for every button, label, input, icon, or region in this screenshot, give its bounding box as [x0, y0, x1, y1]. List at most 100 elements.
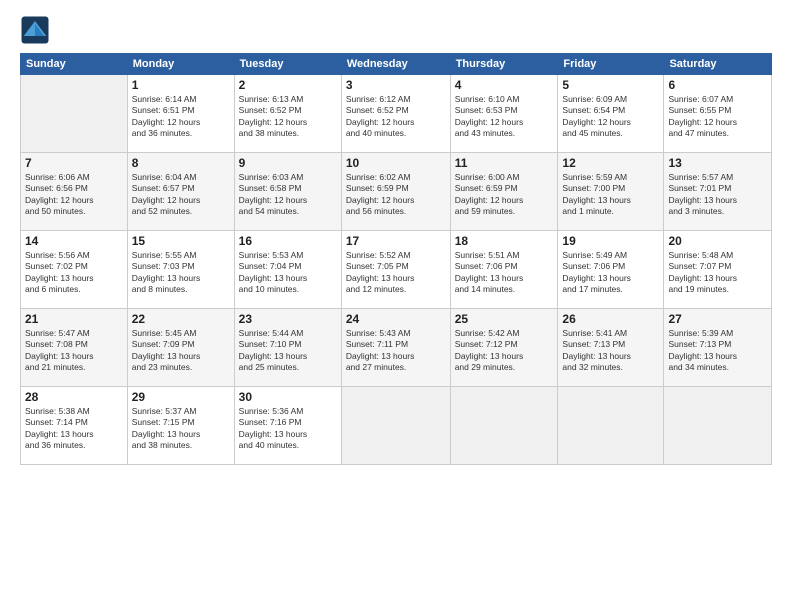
day-info: Sunrise: 5:53 AM Sunset: 7:04 PM Dayligh…: [239, 250, 337, 296]
day-info: Sunrise: 5:43 AM Sunset: 7:11 PM Dayligh…: [346, 328, 446, 374]
calendar-cell: 21 Sunrise: 5:47 AM Sunset: 7:08 PM Dayli…: [21, 309, 128, 387]
calendar-week-row: 21 Sunrise: 5:47 AM Sunset: 7:08 PM Dayli…: [21, 309, 772, 387]
day-number: 25: [455, 312, 554, 326]
day-info: Sunrise: 5:47 AM Sunset: 7:08 PM Dayligh…: [25, 328, 123, 374]
logo-icon: [20, 15, 50, 45]
calendar-cell: [450, 387, 558, 465]
day-info: Sunrise: 5:38 AM Sunset: 7:14 PM Dayligh…: [25, 406, 123, 452]
day-info: Sunrise: 6:02 AM Sunset: 6:59 PM Dayligh…: [346, 172, 446, 218]
page: SundayMondayTuesdayWednesdayThursdayFrid…: [0, 0, 792, 612]
calendar-week-row: 1 Sunrise: 6:14 AM Sunset: 6:51 PM Daylig…: [21, 75, 772, 153]
day-number: 8: [132, 156, 230, 170]
day-info: Sunrise: 6:14 AM Sunset: 6:51 PM Dayligh…: [132, 94, 230, 140]
day-info: Sunrise: 5:59 AM Sunset: 7:00 PM Dayligh…: [562, 172, 659, 218]
day-number: 21: [25, 312, 123, 326]
day-number: 6: [668, 78, 767, 92]
header: [20, 15, 772, 45]
day-info: Sunrise: 5:52 AM Sunset: 7:05 PM Dayligh…: [346, 250, 446, 296]
day-info: Sunrise: 6:13 AM Sunset: 6:52 PM Dayligh…: [239, 94, 337, 140]
day-info: Sunrise: 5:36 AM Sunset: 7:16 PM Dayligh…: [239, 406, 337, 452]
calendar-cell: 18Sunrise: 5:51 AM Sunset: 7:06 PM Dayli…: [450, 231, 558, 309]
day-info: Sunrise: 5:37 AM Sunset: 7:15 PM Dayligh…: [132, 406, 230, 452]
day-number: 29: [132, 390, 230, 404]
calendar-cell: [21, 75, 128, 153]
day-number: 2: [239, 78, 337, 92]
calendar-cell: 22 Sunrise: 5:45 AM Sunset: 7:09 PM Dayli…: [127, 309, 234, 387]
day-number: 27: [668, 312, 767, 326]
day-info: Sunrise: 5:49 AM Sunset: 7:06 PM Dayligh…: [562, 250, 659, 296]
calendar-cell: 13 Sunrise: 5:57 AM Sunset: 7:01 PM Dayli…: [664, 153, 772, 231]
day-info: Sunrise: 6:03 AM Sunset: 6:58 PM Dayligh…: [239, 172, 337, 218]
day-info: Sunrise: 6:09 AM Sunset: 6:54 PM Dayligh…: [562, 94, 659, 140]
day-info: Sunrise: 5:57 AM Sunset: 7:01 PM Dayligh…: [668, 172, 767, 218]
calendar-week-row: 14 Sunrise: 5:56 AM Sunset: 7:02 PM Dayli…: [21, 231, 772, 309]
weekday-header: Monday: [127, 54, 234, 75]
day-number: 28: [25, 390, 123, 404]
calendar-cell: 8Sunrise: 6:04 AM Sunset: 6:57 PM Daylig…: [127, 153, 234, 231]
calendar-cell: 26 Sunrise: 5:41 AM Sunset: 7:13 PM Dayli…: [558, 309, 664, 387]
calendar-cell: 28 Sunrise: 5:38 AM Sunset: 7:14 PM Dayli…: [21, 387, 128, 465]
day-info: Sunrise: 5:39 AM Sunset: 7:13 PM Dayligh…: [668, 328, 767, 374]
calendar-cell: 7 Sunrise: 6:06 AM Sunset: 6:56 PM Daylig…: [21, 153, 128, 231]
day-number: 22: [132, 312, 230, 326]
day-number: 15: [132, 234, 230, 248]
calendar-cell: [558, 387, 664, 465]
day-info: Sunrise: 5:41 AM Sunset: 7:13 PM Dayligh…: [562, 328, 659, 374]
day-number: 24: [346, 312, 446, 326]
weekday-header: Saturday: [664, 54, 772, 75]
day-number: 12: [562, 156, 659, 170]
weekday-header: Thursday: [450, 54, 558, 75]
day-number: 1: [132, 78, 230, 92]
day-number: 3: [346, 78, 446, 92]
day-number: 20: [668, 234, 767, 248]
calendar-cell: 14 Sunrise: 5:56 AM Sunset: 7:02 PM Dayli…: [21, 231, 128, 309]
day-number: 9: [239, 156, 337, 170]
day-number: 5: [562, 78, 659, 92]
calendar-cell: 9 Sunrise: 6:03 AM Sunset: 6:58 PM Daylig…: [234, 153, 341, 231]
calendar-cell: [664, 387, 772, 465]
day-info: Sunrise: 5:45 AM Sunset: 7:09 PM Dayligh…: [132, 328, 230, 374]
weekday-header: Friday: [558, 54, 664, 75]
calendar-cell: 11 Sunrise: 6:00 AM Sunset: 6:59 PM Dayli…: [450, 153, 558, 231]
calendar-cell: [341, 387, 450, 465]
day-number: 7: [25, 156, 123, 170]
day-number: 4: [455, 78, 554, 92]
calendar-cell: 25 Sunrise: 5:42 AM Sunset: 7:12 PM Dayli…: [450, 309, 558, 387]
weekday-header-row: SundayMondayTuesdayWednesdayThursdayFrid…: [21, 54, 772, 75]
day-number: 11: [455, 156, 554, 170]
calendar-cell: 24 Sunrise: 5:43 AM Sunset: 7:11 PM Dayli…: [341, 309, 450, 387]
calendar-cell: 10Sunrise: 6:02 AM Sunset: 6:59 PM Dayli…: [341, 153, 450, 231]
weekday-header: Wednesday: [341, 54, 450, 75]
weekday-header: Tuesday: [234, 54, 341, 75]
day-info: Sunrise: 5:56 AM Sunset: 7:02 PM Dayligh…: [25, 250, 123, 296]
day-info: Sunrise: 6:00 AM Sunset: 6:59 PM Dayligh…: [455, 172, 554, 218]
calendar-cell: 5 Sunrise: 6:09 AM Sunset: 6:54 PM Daylig…: [558, 75, 664, 153]
day-number: 30: [239, 390, 337, 404]
calendar-cell: 29 Sunrise: 5:37 AM Sunset: 7:15 PM Dayli…: [127, 387, 234, 465]
day-number: 16: [239, 234, 337, 248]
day-info: Sunrise: 5:55 AM Sunset: 7:03 PM Dayligh…: [132, 250, 230, 296]
day-info: Sunrise: 5:51 AM Sunset: 7:06 PM Dayligh…: [455, 250, 554, 296]
calendar-cell: 19Sunrise: 5:49 AM Sunset: 7:06 PM Dayli…: [558, 231, 664, 309]
calendar-cell: 16 Sunrise: 5:53 AM Sunset: 7:04 PM Dayli…: [234, 231, 341, 309]
day-info: Sunrise: 5:42 AM Sunset: 7:12 PM Dayligh…: [455, 328, 554, 374]
day-number: 13: [668, 156, 767, 170]
day-number: 26: [562, 312, 659, 326]
calendar-cell: 20 Sunrise: 5:48 AM Sunset: 7:07 PM Dayli…: [664, 231, 772, 309]
calendar-cell: 4Sunrise: 6:10 AM Sunset: 6:53 PM Daylig…: [450, 75, 558, 153]
calendar-cell: 15 Sunrise: 5:55 AM Sunset: 7:03 PM Dayli…: [127, 231, 234, 309]
calendar-cell: 2 Sunrise: 6:13 AM Sunset: 6:52 PM Daylig…: [234, 75, 341, 153]
day-info: Sunrise: 6:07 AM Sunset: 6:55 PM Dayligh…: [668, 94, 767, 140]
day-info: Sunrise: 6:06 AM Sunset: 6:56 PM Dayligh…: [25, 172, 123, 218]
day-info: Sunrise: 5:48 AM Sunset: 7:07 PM Dayligh…: [668, 250, 767, 296]
logo: [20, 15, 52, 45]
calendar-week-row: 7 Sunrise: 6:06 AM Sunset: 6:56 PM Daylig…: [21, 153, 772, 231]
day-number: 14: [25, 234, 123, 248]
calendar-cell: 6 Sunrise: 6:07 AM Sunset: 6:55 PM Daylig…: [664, 75, 772, 153]
day-number: 23: [239, 312, 337, 326]
day-info: Sunrise: 6:12 AM Sunset: 6:52 PM Dayligh…: [346, 94, 446, 140]
day-info: Sunrise: 5:44 AM Sunset: 7:10 PM Dayligh…: [239, 328, 337, 374]
calendar-cell: 12 Sunrise: 5:59 AM Sunset: 7:00 PM Dayli…: [558, 153, 664, 231]
calendar: SundayMondayTuesdayWednesdayThursdayFrid…: [20, 53, 772, 465]
calendar-cell: 27 Sunrise: 5:39 AM Sunset: 7:13 PM Dayli…: [664, 309, 772, 387]
